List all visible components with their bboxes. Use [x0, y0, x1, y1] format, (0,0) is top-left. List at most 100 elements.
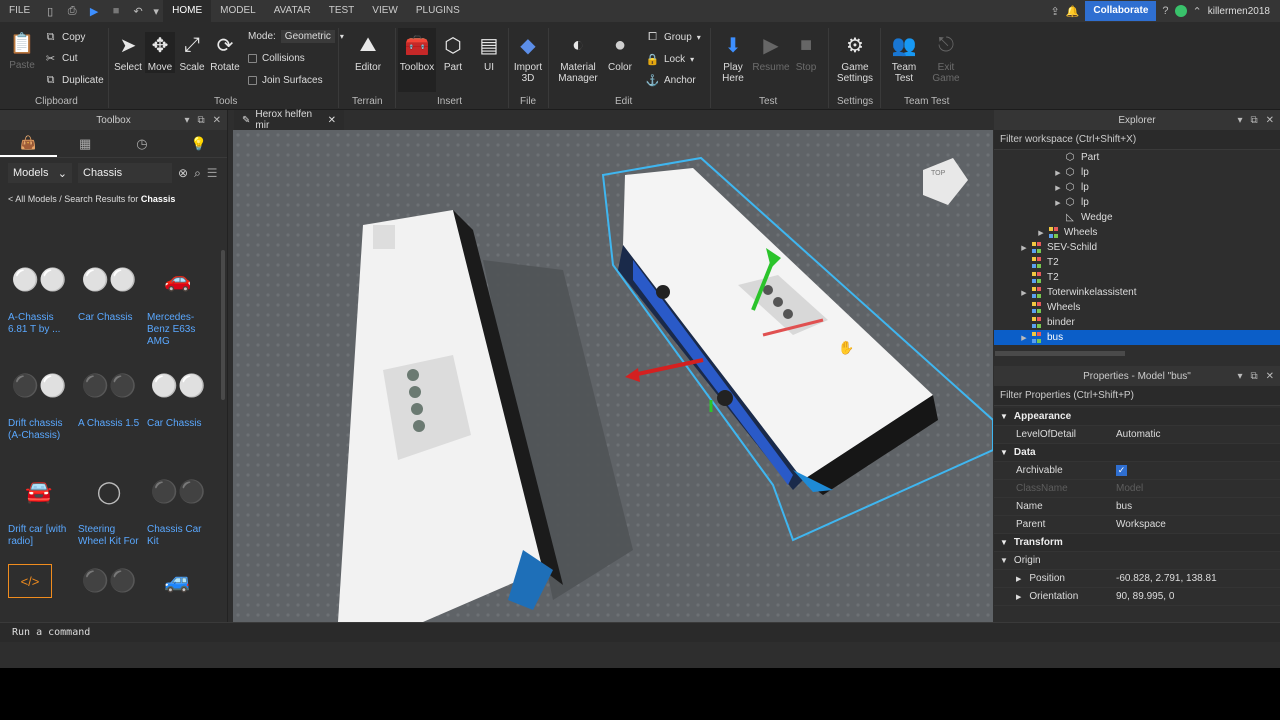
expand-arrow-icon[interactable]: ▶ [1035, 229, 1047, 237]
popout-icon[interactable]: ⧉ [1250, 371, 1257, 382]
resume-button[interactable]: ▶ Resume [752, 32, 790, 74]
property-value[interactable]: ✓ [1112, 465, 1280, 476]
model-card[interactable]: 🚗 Mercedes-Benz E63s AMG [147, 250, 213, 348]
model-card[interactable]: ◯ Steering Wheel Kit For [78, 462, 144, 548]
join-surfaces-checkbox[interactable] [248, 76, 257, 85]
model-card[interactable]: ⚪⚪ Car Chassis [78, 250, 144, 324]
expand-arrow-icon[interactable]: ▶ [1016, 576, 1021, 583]
explorer-row[interactable]: ▶ bus [994, 330, 1280, 345]
model-card[interactable]: 🚘 Drift car [with radio] [8, 462, 74, 548]
3d-viewport[interactable]: TOP ✋ [233, 130, 993, 622]
tab-creations[interactable]: 💡 [170, 130, 227, 157]
property-row[interactable]: LevelOfDetail Automatic [994, 426, 1280, 444]
paste-button[interactable]: 📋 Paste [8, 30, 36, 72]
collisions-checkbox[interactable] [248, 54, 257, 63]
mode-dropdown[interactable]: Mode: Geometric ▾ [248, 30, 344, 43]
model-card[interactable]: ⚫⚪ Drift chassis (A-Chassis) [8, 356, 74, 442]
save-icon[interactable]: ⎙ [61, 0, 83, 22]
search-icon[interactable]: ⌕ [194, 166, 201, 181]
select-tool-button[interactable]: ➤ Select [114, 32, 142, 74]
tab-home[interactable]: HOME [163, 0, 212, 22]
property-row[interactable]: Name bus [994, 498, 1280, 516]
expand-arrow-icon[interactable]: ▶ [1052, 169, 1064, 177]
explorer-row[interactable]: binder [994, 315, 1280, 330]
collapse-arrow-icon[interactable]: ▼ [1000, 448, 1008, 457]
join-surfaces-toggle[interactable]: Join Surfaces [248, 75, 323, 86]
explorer-row[interactable]: ◺ Wedge [994, 210, 1280, 225]
expand-icon[interactable]: ⌃ [1193, 5, 1202, 18]
explorer-row[interactable]: T2 [994, 270, 1280, 285]
explorer-hscrollbar[interactable] [995, 351, 1125, 356]
property-category[interactable]: ▼ Data [994, 444, 1280, 462]
explorer-row[interactable]: ▶ ⬡ lp [994, 165, 1280, 180]
explorer-row[interactable]: ▶ Wheels [994, 225, 1280, 240]
model-card[interactable]: </> [8, 564, 74, 598]
share-icon[interactable]: ⇪ [1050, 5, 1059, 18]
help-icon[interactable]: ? [1162, 5, 1168, 17]
expand-arrow-icon[interactable]: ▶ [1052, 199, 1064, 207]
property-value[interactable]: bus [1112, 501, 1280, 512]
command-bar-input[interactable]: Run a command [0, 622, 1280, 642]
popout-icon[interactable]: ⧉ [1250, 115, 1257, 126]
collapse-arrow-icon[interactable]: ▼ [1000, 538, 1008, 547]
property-row[interactable]: Parent Workspace [994, 516, 1280, 534]
chevron-down-icon[interactable]: ▾ [1237, 115, 1242, 126]
toolbox-button[interactable]: 🧰 Toolbox [398, 28, 436, 92]
property-row[interactable]: ▶ Position -60.828, 2.791, 138.81 [994, 570, 1280, 588]
move-tool-button[interactable]: ✥ Move [145, 32, 175, 73]
stop-icon[interactable]: ■ [105, 0, 127, 22]
explorer-row[interactable]: ▶ ⬡ lp [994, 180, 1280, 195]
place-tab[interactable]: ✎ Herox helfen mir ✕ [234, 109, 344, 131]
toolbox-scrollbar[interactable] [221, 250, 225, 400]
play-icon[interactable]: ▶ [83, 0, 105, 22]
anchor-button[interactable]: ⚓ Anchor [646, 74, 696, 87]
property-value[interactable]: Workspace [1112, 519, 1280, 530]
duplicate-button[interactable]: ⧉ Duplicate [44, 74, 104, 87]
property-row[interactable]: ▼ Origin [994, 552, 1280, 570]
explorer-row[interactable]: ⬡ Part [994, 150, 1280, 165]
property-value[interactable]: -60.828, 2.791, 138.81 [1112, 573, 1280, 584]
tab-marketplace[interactable]: ▦ [57, 130, 114, 157]
tab-view[interactable]: VIEW [363, 0, 407, 22]
category-dropdown[interactable]: Models ⌄ [8, 163, 72, 183]
collapse-arrow-icon[interactable]: ▼ [1000, 556, 1008, 565]
ui-button[interactable]: ▤ UI [476, 32, 502, 74]
close-icon[interactable]: ✕ [213, 115, 221, 126]
chevron-down-icon[interactable]: ▾ [184, 115, 189, 126]
rotate-tool-button[interactable]: ⟳ Rotate [210, 32, 240, 74]
popout-icon[interactable]: ⧉ [197, 115, 204, 126]
import-3d-button[interactable]: ◆ Import 3D [512, 32, 544, 85]
expand-arrow-icon[interactable]: ▶ [1018, 334, 1030, 342]
close-icon[interactable]: ✕ [1266, 371, 1274, 382]
copy-button[interactable]: ⧉ Copy [44, 31, 86, 44]
property-row[interactable]: ClassName Model [994, 480, 1280, 498]
model-card[interactable]: ⚪⚪ Car Chassis [147, 356, 213, 430]
property-category[interactable]: ▼ Transform [994, 534, 1280, 552]
redo-icon[interactable]: ▾ [149, 0, 163, 22]
material-manager-button[interactable]: ◐ Material Manager [556, 32, 600, 85]
expand-arrow-icon[interactable]: ▶ [1052, 184, 1064, 192]
color-button[interactable]: ● Color [606, 32, 634, 74]
notification-icon[interactable]: 🔔 [1066, 5, 1080, 18]
group-button[interactable]: ⧠ Group ▾ [646, 31, 701, 44]
tab-avatar[interactable]: AVATAR [265, 0, 320, 22]
play-here-button[interactable]: ⬇ Play Here [718, 32, 748, 85]
file-menu[interactable]: FILE [0, 0, 39, 22]
team-test-button[interactable]: 👥 Team Test [888, 32, 920, 85]
close-icon[interactable]: ✕ [1266, 115, 1274, 126]
scale-tool-button[interactable]: ⤢ Scale [178, 32, 206, 74]
explorer-row[interactable]: ▶ ⬡ lp [994, 195, 1280, 210]
model-card[interactable]: ⚫⚫ [78, 564, 144, 598]
collapse-arrow-icon[interactable]: ▼ [1000, 412, 1008, 421]
model-card[interactable]: ⚫⚫ A Chassis 1.5 [78, 356, 144, 430]
properties-filter-input[interactable]: Filter Properties (Ctrl+Shift+P) [994, 386, 1280, 406]
new-file-icon[interactable]: ▯ [39, 0, 61, 22]
stop-button[interactable]: ■ Stop [792, 32, 820, 74]
terrain-editor-button[interactable]: ⛰ Editor [352, 32, 384, 74]
property-category[interactable]: ▼ Appearance [994, 408, 1280, 426]
chevron-down-icon[interactable]: ▾ [1237, 371, 1242, 382]
expand-arrow-icon[interactable]: ▶ [1018, 289, 1030, 297]
model-card[interactable]: 🚙 [147, 564, 213, 598]
tab-inventory[interactable]: 👜 [0, 130, 57, 157]
model-card[interactable]: ⚫⚫ Chassis Car Kit [147, 462, 213, 548]
